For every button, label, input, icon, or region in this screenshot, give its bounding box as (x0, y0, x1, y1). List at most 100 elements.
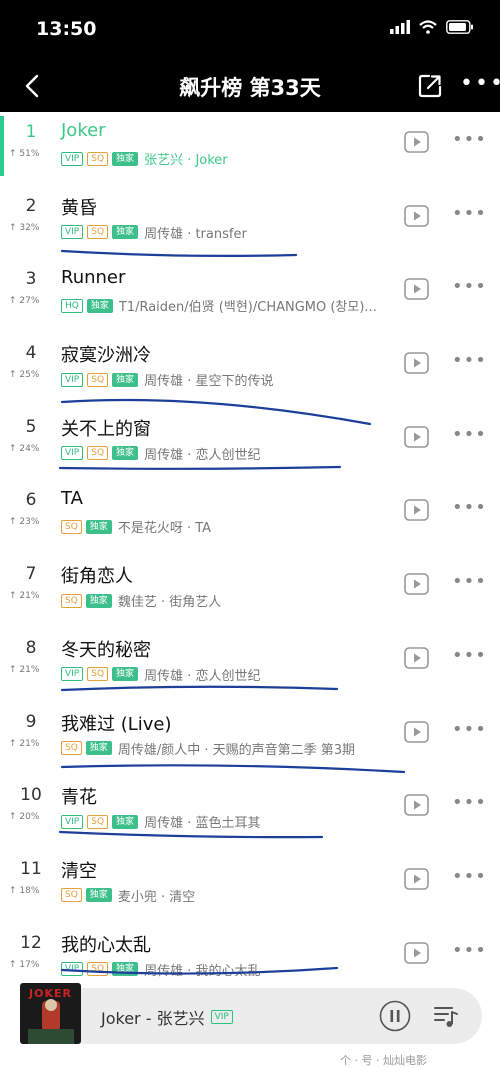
song-row[interactable]: 3 ↑ 27% Runner HQ 独家 T1/Raiden/伯贤 (백현)/CHANGM… (0, 259, 500, 333)
play-video-icon[interactable] (404, 647, 429, 669)
play-video-icon[interactable] (404, 573, 429, 595)
play-video-icon[interactable] (404, 941, 429, 964)
song-artist-album: 麦小兜 · 清空 (117, 889, 196, 905)
song-title: Joker (61, 120, 106, 141)
song-artist-album: T1/Raiden/伯贤 (백현)/CHANGMO (창모)... (118, 300, 377, 316)
song-more-icon[interactable]: ••• (452, 866, 487, 887)
status-icons (390, 20, 474, 34)
trend-up-icon: ↑ (9, 296, 17, 307)
song-more-icon[interactable]: ••• (452, 424, 487, 445)
vip-badge: VIP (61, 667, 84, 682)
exclusive-badge: 独家 (112, 151, 139, 166)
exclusive-badge: 独家 (112, 962, 139, 977)
sq-badge: SQ (87, 446, 109, 461)
song-more-icon[interactable]: ••• (452, 276, 487, 297)
trend-indicator: ↑ 17% (9, 960, 39, 970)
sq-badge: SQ (61, 519, 82, 534)
song-artist-album: 不是花火呀 · TA (117, 521, 212, 537)
song-row[interactable]: 11 ↑ 18% 清空 SQ 独家 麦小兜 · 清空 ••• (0, 849, 500, 923)
song-row[interactable]: 7 ↑ 21% 街角恋人 SQ 独家 魏佳艺 · 街角艺人 ••• (0, 554, 500, 628)
sq-badge: SQ (87, 225, 109, 240)
song-rank: 12 (20, 932, 42, 953)
song-row[interactable]: 5 ↑ 24% 关不上的窗 VIP SQ 独家 周传雄 · 恋人创世纪 ••• (0, 407, 500, 481)
song-more-icon[interactable]: ••• (452, 719, 487, 740)
song-more-icon[interactable]: ••• (452, 645, 487, 666)
song-rank: 8 (25, 637, 37, 658)
song-meta: VIP SQ 独家 周传雄 · 恋人创世纪 (61, 444, 396, 463)
play-video-icon[interactable] (404, 720, 429, 743)
sq-badge: SQ (61, 741, 82, 755)
share-icon[interactable] (417, 73, 443, 99)
song-more-icon[interactable]: ••• (452, 940, 487, 961)
trend-indicator: ↑ 23% (9, 517, 39, 527)
album-cover[interactable]: JOKER (20, 983, 81, 1044)
song-title: 寂寞沙洲冷 (61, 345, 151, 367)
trend-indicator: ↑ 20% (9, 812, 39, 822)
more-options-icon[interactable]: ••• (460, 71, 500, 96)
song-more-icon[interactable]: ••• (452, 571, 487, 592)
play-video-icon[interactable] (404, 868, 429, 890)
song-more-icon[interactable]: ••• (452, 497, 487, 518)
trend-indicator: ↑ 18% (9, 886, 39, 896)
sq-badge: SQ (87, 814, 109, 829)
song-artist-album: 魏佳艺 · 街角艺人 (117, 595, 222, 611)
song-rank: 7 (25, 564, 37, 585)
sq-badge: SQ (87, 667, 109, 682)
trend-percent: 51% (19, 149, 40, 159)
play-video-icon[interactable] (404, 794, 429, 816)
song-artist-album: 周传雄 · 恋人创世纪 (144, 668, 261, 684)
song-rank: 1 (25, 122, 37, 142)
song-rank: 9 (25, 711, 37, 732)
song-list: 1 ↑ 51% Joker VIP SQ 独家 张艺兴 · Joker ••• 2 ↑ 32% 黄昏… (0, 112, 500, 996)
song-more-icon[interactable]: ••• (452, 792, 487, 813)
song-row[interactable]: 4 ↑ 25% 寂寞沙洲冷 VIP SQ 独家 周传雄 · 星空下的传说 ••• (0, 333, 500, 407)
exclusive-badge: 独家 (112, 225, 139, 240)
song-row[interactable]: 1 ↑ 51% Joker VIP SQ 独家 张艺兴 · Joker ••• (0, 112, 500, 186)
play-video-icon[interactable] (404, 425, 429, 448)
trend-percent: 24% (19, 443, 40, 454)
exclusive-badge: 独家 (85, 741, 112, 755)
trend-percent: 21% (19, 664, 40, 675)
song-more-icon[interactable]: ••• (452, 350, 487, 371)
trend-percent: 18% (19, 885, 40, 896)
play-video-icon[interactable] (404, 352, 429, 374)
song-meta: SQ 独家 麦小兜 · 清空 (61, 886, 396, 905)
vip-badge: VIP (210, 1010, 233, 1024)
play-video-icon[interactable] (404, 204, 429, 227)
song-row[interactable]: 8 ↑ 21% 冬天的秘密 VIP SQ 独家 周传雄 · 恋人创世纪 ••• (0, 628, 500, 702)
play-video-icon[interactable] (404, 278, 429, 301)
song-title: 街角恋人 (61, 566, 133, 588)
song-meta: SQ 独家 不是花火呀 · TA (61, 517, 396, 536)
vip-badge: VIP (61, 962, 84, 977)
song-meta: VIP SQ 独家 周传雄 · 蓝色土耳其 (61, 812, 396, 831)
song-meta: VIP SQ 独家 周传雄 · 我的心太乱 (61, 960, 396, 979)
hq-badge: HQ (61, 298, 83, 313)
now-playing[interactable]: Joker - 张艺兴 VIP (101, 1005, 237, 1029)
trend-percent: 21% (19, 591, 40, 602)
song-title: 关不上的窗 (61, 418, 151, 440)
wifi-icon (419, 20, 437, 34)
exclusive-badge: 独家 (85, 593, 112, 608)
song-artist-album: 周传雄/颜人中 · 天赐的声音第二季 第3期 (117, 742, 355, 758)
song-row[interactable]: 9 ↑ 21% 我难过 (Live) SQ 独家 周传雄/颜人中 · 天赐的声音第二季 第… (0, 702, 500, 776)
song-meta: SQ 独家 周传雄/颜人中 · 天赐的声音第二季 第3期 (61, 739, 396, 758)
trend-up-icon: ↑ (9, 959, 17, 970)
song-row[interactable]: 6 ↑ 23% TA SQ 独家 不是花火呀 · TA ••• (0, 480, 500, 554)
sq-badge: SQ (87, 151, 109, 166)
song-title: Runner (61, 267, 126, 289)
trend-up-icon: ↑ (9, 812, 17, 823)
playlist-icon[interactable] (432, 1002, 460, 1030)
song-more-icon[interactable]: ••• (452, 129, 487, 150)
trend-indicator: ↑ 21% (9, 591, 39, 601)
mini-player[interactable] (20, 988, 482, 1044)
pause-icon[interactable] (379, 1000, 411, 1032)
song-meta: VIP SQ 独家 张艺兴 · Joker (61, 149, 396, 168)
song-more-icon[interactable]: ••• (452, 203, 487, 224)
song-row[interactable]: 10 ↑ 20% 青花 VIP SQ 独家 周传雄 · 蓝色土耳其 ••• (0, 775, 500, 849)
status-time: 13:50 (36, 18, 97, 40)
exclusive-badge: 独家 (112, 446, 139, 461)
sq-badge: SQ (87, 372, 109, 387)
play-video-icon[interactable] (404, 131, 429, 153)
song-row[interactable]: 2 ↑ 32% 黄昏 VIP SQ 独家 周传雄 · transfer ••• (0, 186, 500, 260)
play-video-icon[interactable] (404, 499, 429, 522)
